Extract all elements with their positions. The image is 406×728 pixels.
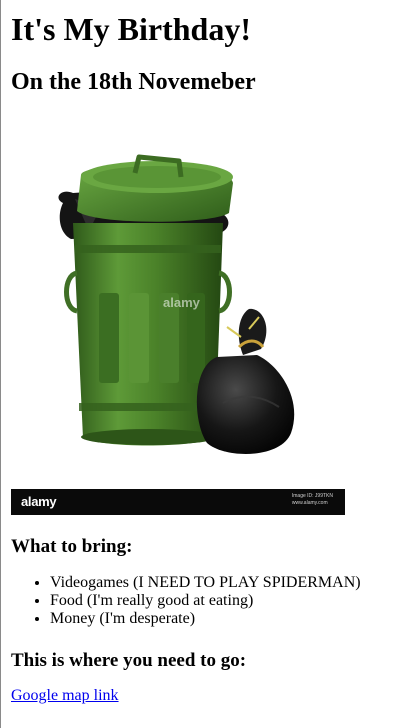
google-map-link[interactable]: Google map link — [11, 687, 119, 705]
stock-photo-bar: alamy Image ID: J99TKN www.alamy.com — [11, 489, 345, 515]
page-title: It's My Birthday! — [11, 11, 251, 47]
trash-can-photo: alamy alamy alamy Image ID: J99TKN www.a… — [11, 103, 345, 515]
what-to-bring-heading: What to bring: — [11, 536, 133, 557]
site-text: www.alamy.com — [291, 500, 328, 506]
watermark-text: alamy — [163, 295, 201, 310]
image-id-text: Image ID: J99TKN — [291, 493, 333, 499]
bring-list: Videogames (I NEED TO PLAY SPIDERMAN) Fo… — [11, 574, 361, 628]
stock-photo-meta: Image ID: J99TKN www.alamy.com — [292, 493, 333, 507]
location-heading: This is where you need to go: — [11, 650, 247, 671]
alamy-logo: alamy — [21, 494, 57, 509]
list-item: Food (I'm really good at eating) — [50, 592, 361, 610]
page-body: It's My Birthday! On the 18th Novemeber — [0, 0, 406, 728]
trash-can-illustration: alamy alamy — [58, 154, 295, 454]
list-item: Videogames (I NEED TO PLAY SPIDERMAN) — [50, 574, 361, 592]
list-item: Money (I'm desperate) — [50, 610, 361, 628]
date-heading: On the 18th Novemeber — [11, 69, 256, 95]
